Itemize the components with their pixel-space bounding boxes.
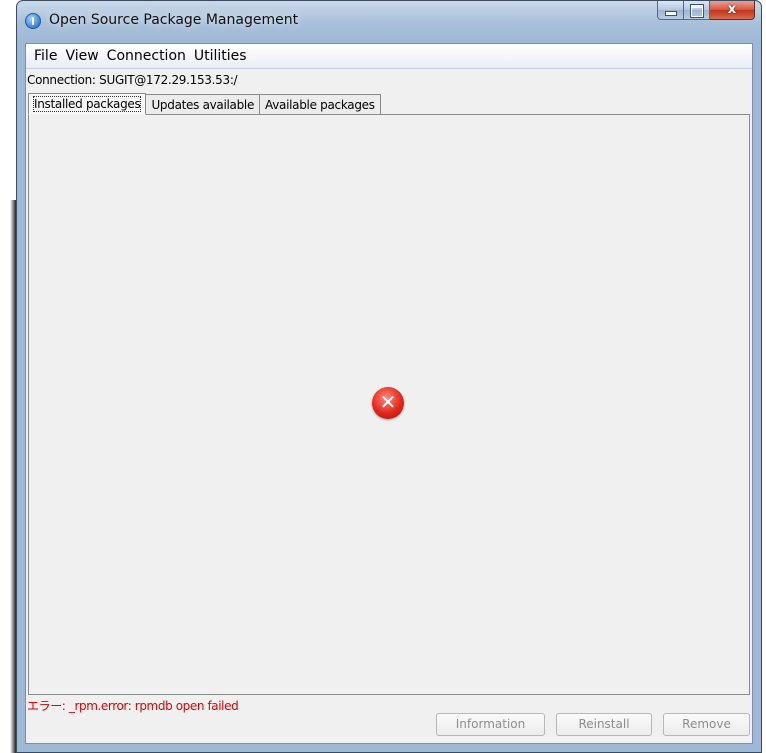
app-window: Open Source Package Management x File Vi… bbox=[16, 0, 762, 753]
tab-installed-packages[interactable]: Installed packages bbox=[28, 93, 147, 115]
app-info-icon[interactable] bbox=[25, 13, 41, 29]
error-message: エラー: _rpm.error: rpmdb open failed bbox=[27, 699, 239, 713]
menu-connection[interactable]: Connection bbox=[103, 45, 190, 67]
close-button[interactable]: x bbox=[710, 1, 755, 20]
window-controls: x bbox=[657, 1, 755, 21]
tab-panel: ✕ bbox=[28, 114, 750, 695]
menu-utilities[interactable]: Utilities bbox=[190, 45, 251, 67]
tab-label: Updates available bbox=[151, 98, 255, 112]
title-bar[interactable]: Open Source Package Management x bbox=[17, 1, 761, 43]
tab-available-packages[interactable]: Available packages bbox=[259, 94, 381, 115]
minimize-button[interactable] bbox=[657, 1, 684, 20]
maximize-button[interactable] bbox=[684, 1, 710, 20]
window-title: Open Source Package Management bbox=[49, 12, 299, 28]
tab-updates-available[interactable]: Updates available bbox=[145, 94, 261, 115]
connection-label: Connection: SUGIT@172.29.153.53:/ bbox=[27, 73, 238, 87]
menu-file[interactable]: File bbox=[30, 45, 61, 67]
tab-strip: Installed packages Updates available Ava… bbox=[28, 93, 381, 115]
tab-label: Installed packages bbox=[32, 96, 142, 112]
information-button[interactable]: Information bbox=[436, 713, 545, 736]
close-icon: x bbox=[727, 2, 737, 17]
menu-bar: File View Connection Utilities bbox=[26, 44, 752, 69]
error-x-glyph: ✕ bbox=[379, 390, 397, 414]
reinstall-button[interactable]: Reinstall bbox=[556, 713, 652, 736]
tab-label: Available packages bbox=[265, 98, 375, 112]
remove-button[interactable]: Remove bbox=[663, 713, 750, 736]
menu-view[interactable]: View bbox=[61, 45, 102, 67]
error-icon: ✕ bbox=[372, 387, 404, 419]
client-area: File View Connection Utilities Connectio… bbox=[25, 43, 753, 744]
